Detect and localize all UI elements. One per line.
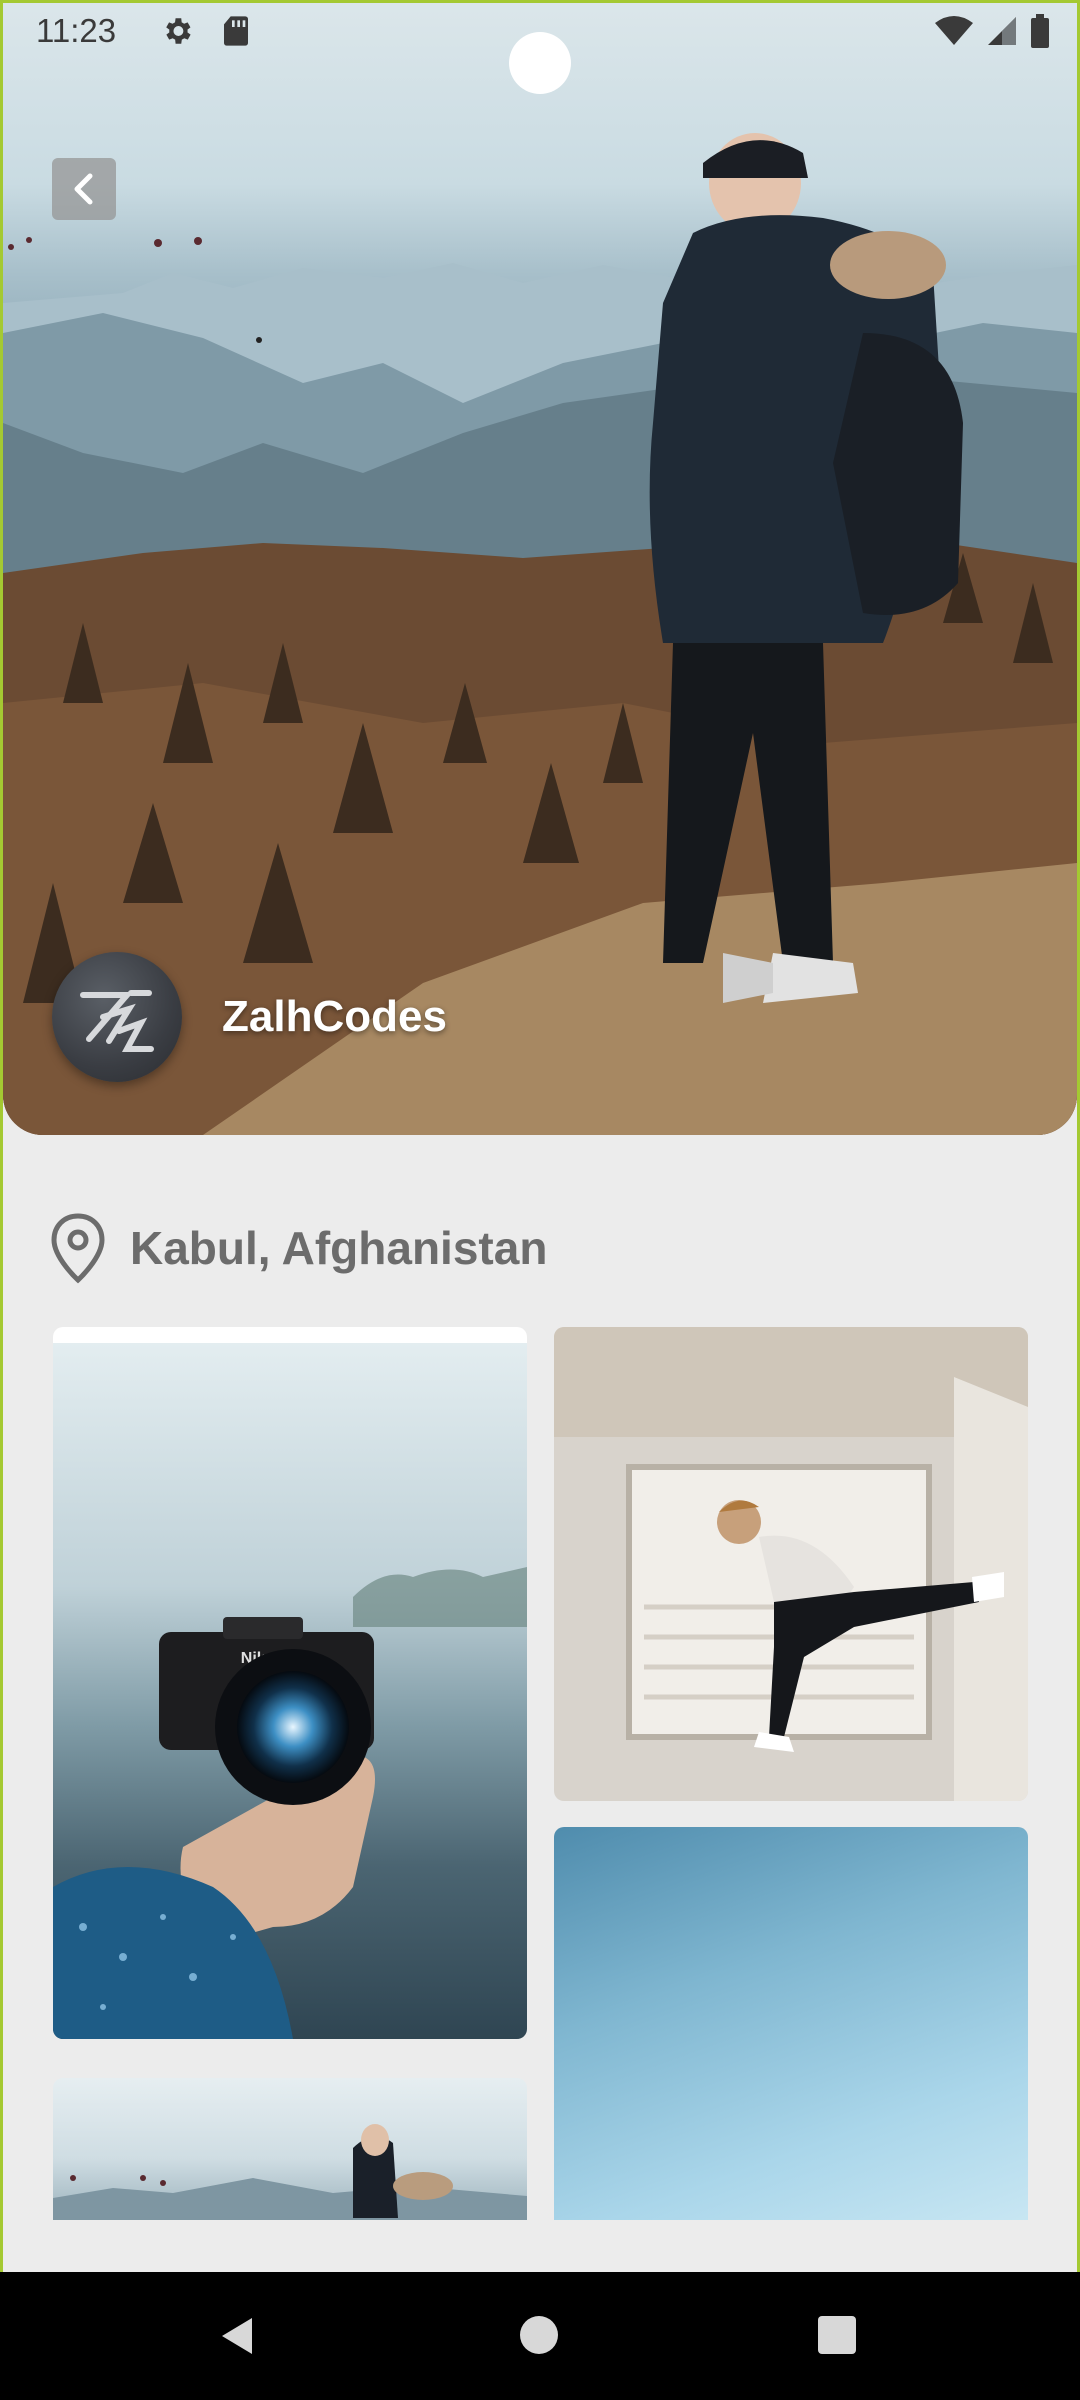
- location-text: Kabul, Afghanistan: [130, 1222, 548, 1274]
- photo-tile-hiker[interactable]: [53, 2078, 527, 2220]
- avatar[interactable]: [52, 952, 182, 1082]
- signal-icon: [988, 17, 1016, 45]
- gear-icon: [166, 18, 191, 44]
- man-jumping-wall-photo: [554, 1327, 1028, 1801]
- back-triangle-icon[interactable]: [218, 2316, 258, 2356]
- username: ZalhCodes: [222, 992, 447, 1041]
- blue-sky-photo: [554, 1827, 1028, 2220]
- camera-cutout: [509, 32, 571, 94]
- recents-square-icon[interactable]: [818, 2316, 856, 2354]
- profile-header[interactable]: ZalhCodes: [52, 952, 447, 1082]
- home-circle-icon[interactable]: [520, 2316, 558, 2354]
- wifi-icon: [935, 16, 973, 45]
- status-time: 11:23: [36, 12, 117, 49]
- photo-tile-camera[interactable]: Nikon: [53, 1327, 527, 2039]
- sd-card-icon: [224, 16, 248, 46]
- camera-in-hand-photo: Nikon: [53, 1343, 527, 2039]
- system-nav-bar: [0, 2272, 1080, 2400]
- chevron-left-icon: [74, 173, 93, 205]
- photo-grid: Nikon: [0, 1320, 1080, 2220]
- photo-tile-jump[interactable]: [554, 1327, 1028, 1801]
- photo-tile-sky[interactable]: [554, 1827, 1028, 2220]
- battery-icon: [1031, 14, 1049, 48]
- back-button[interactable]: [52, 158, 116, 220]
- map-pin-icon: [51, 1213, 105, 1284]
- location-row: Kabul, Afghanistan: [50, 1212, 547, 1284]
- hiker-mountain-photo: [53, 2124, 527, 2220]
- zalhcodes-logo-icon: [80, 990, 154, 1052]
